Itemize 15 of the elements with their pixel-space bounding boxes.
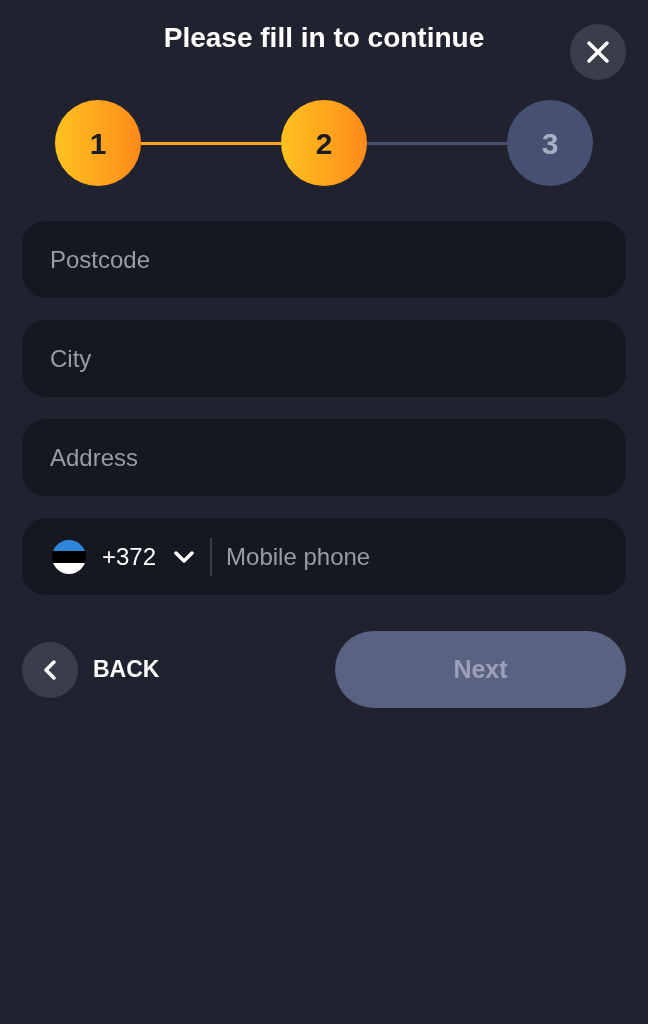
input-field[interactable]: Postcode bbox=[22, 221, 626, 298]
country-code[interactable]: +372 bbox=[102, 538, 157, 575]
flag-icon bbox=[52, 539, 86, 574]
page-title: Please fill in to continue bbox=[163, 21, 485, 55]
input-field[interactable]: City bbox=[22, 320, 626, 397]
back-button[interactable]: BACK bbox=[22, 641, 160, 698]
step-indicator: 3 bbox=[507, 100, 593, 186]
close-button[interactable] bbox=[570, 24, 626, 80]
close-icon bbox=[586, 40, 610, 64]
chevron-down-icon bbox=[174, 550, 195, 563]
phone-field[interactable]: +372 Mobile phone bbox=[22, 518, 626, 595]
step-indicator: 2 bbox=[281, 100, 367, 186]
phone-input[interactable]: Mobile phone bbox=[226, 538, 596, 575]
step-indicator: 1 bbox=[55, 100, 141, 186]
input-field[interactable]: Address bbox=[22, 419, 626, 496]
